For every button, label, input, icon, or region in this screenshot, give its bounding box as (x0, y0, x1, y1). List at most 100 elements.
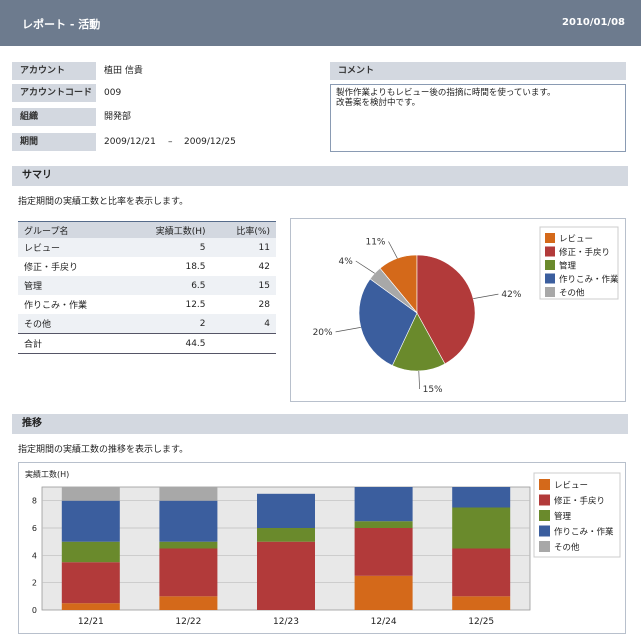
table-row: レビュー 5 11 (18, 238, 276, 257)
pie-data-label: 42% (501, 290, 521, 300)
cell-group: レビュー (18, 238, 125, 257)
bar-segment (257, 493, 315, 528)
legend-swatch (545, 246, 555, 257)
legend-swatch (539, 510, 550, 521)
account-code-value: 009 (104, 88, 122, 98)
x-tick-label: 12/21 (78, 617, 104, 627)
table-row: 管理 6.5 15 (18, 276, 276, 295)
bar-segment (61, 603, 120, 610)
bar-segment (452, 548, 511, 597)
bar-segment (61, 500, 120, 542)
bar-segment (257, 528, 315, 542)
cell-group: その他 (18, 314, 125, 334)
legend-label: 修正・手戻り (554, 496, 605, 507)
total-row: 合計 44.5 (18, 333, 276, 354)
pie-chart: 11% 42% 15% 20% 4% レビュー修正・手戻り管理作りこみ・作業その他 (313, 226, 619, 395)
pie-data-label: 15% (423, 385, 443, 395)
col-header-ratio: 比率(%) (211, 221, 276, 238)
legend-label: レビュー (559, 235, 593, 245)
bar-chart-frame: 実績工数(H) 0 2 4 6 8 12/21 12/22 12/23 12/24 12/25 レビュ… (18, 462, 626, 634)
comment-text: 製作作業よりもレビュー後の指摘に時間を使っています。 改善案を検討中です。 (330, 84, 626, 152)
bar-segment (61, 541, 120, 563)
cell-ratio: 15 (211, 276, 276, 295)
pie-leader-line (388, 241, 398, 259)
summary-description: 指定期間の実績工数と比率を表示します。 (18, 197, 189, 207)
x-tick-label: 12/24 (371, 617, 397, 627)
legend-swatch (539, 494, 550, 506)
legend-label: 作りこみ・作業 (559, 274, 619, 285)
legend-swatch (545, 273, 555, 284)
legend-label: 作りこみ・作業 (554, 527, 614, 538)
y-tick-label: 4 (32, 551, 37, 560)
period-end: 2009/12/25 (184, 137, 236, 147)
pie-leader-line (355, 260, 375, 274)
legend-swatch (539, 479, 550, 490)
col-header-group: グループ名 (18, 221, 125, 238)
y-tick-label: 0 (32, 606, 37, 615)
cell-hours: 18.5 (185, 261, 206, 272)
trend-description: 指定期間の実績工数の推移を表示します。 (18, 445, 189, 455)
account-value: 植田 信貴 (104, 66, 143, 76)
pie-legend: レビュー修正・手戻り管理作りこみ・作業その他 (539, 226, 619, 300)
legend-label: レビュー (554, 481, 588, 491)
bar-segment (452, 487, 511, 508)
cell-hours: 12.5 (185, 299, 206, 310)
bar-segment (354, 487, 413, 522)
account-code-label: アカウントコード (12, 84, 96, 102)
cell-ratio: 28 (258, 299, 270, 310)
cell-ratio: 4 (211, 314, 276, 334)
legend-label: その他 (559, 288, 585, 299)
legend-label: その他 (554, 542, 580, 553)
y-tick-label: 2 (32, 579, 37, 588)
bar-segment (159, 541, 218, 549)
total-label: 合計 (18, 333, 125, 354)
table-row: 作りこみ・作業 12.5 28 (18, 295, 276, 314)
bar-segment (159, 596, 218, 610)
org-label: 組織 (12, 108, 96, 126)
cell-hours: 5 (124, 238, 212, 257)
y-tick-label: 6 (32, 524, 37, 533)
period-label: 期間 (12, 133, 96, 151)
pie-data-label: 20% (313, 328, 333, 338)
legend-label: 修正・手戻り (559, 247, 610, 258)
pie-chart-frame: 11% 42% 15% 20% 4% レビュー 修正・手戻り 管理 作りこみ・作業 その他 (290, 218, 626, 402)
bar-legend: レビュー修正・手戻り管理作りこみ・作業その他 (533, 472, 621, 558)
cell-group: 作りこみ・作業 (24, 301, 88, 311)
x-tick-label: 12/25 (468, 617, 494, 627)
report-header: レポート - 活動 2010/01/08 (0, 0, 641, 46)
cell-group: 修正・手戻り (24, 263, 79, 273)
y-axis-label: 実績工数(H) (25, 469, 69, 479)
bar-segment (354, 521, 413, 528)
bar-segment (354, 575, 413, 610)
legend-swatch (545, 260, 555, 270)
legend-swatch (539, 541, 550, 552)
total-ratio-empty (211, 333, 276, 354)
bar-segment (452, 507, 511, 549)
legend-swatch (545, 233, 555, 243)
comment-label: コメント (330, 62, 626, 80)
y-tick-label: 8 (32, 497, 37, 506)
cell-group: 管理 (18, 276, 125, 295)
pie-data-label: 11% (365, 238, 385, 248)
report-date: 2010/01/08 (562, 17, 625, 28)
trend-section-title: 推移 (12, 414, 628, 434)
bar-segment (257, 541, 315, 610)
legend-label: 管理 (554, 511, 572, 522)
x-tick-label: 12/23 (273, 617, 299, 627)
table-row: その他 2 4 (18, 314, 276, 334)
bar-segment (159, 548, 218, 597)
col-header-hours: 実績工数(H) (124, 221, 212, 238)
summary-section-title: サマリ (12, 166, 628, 186)
x-tick-label: 12/22 (175, 617, 201, 627)
cell-hours: 2 (124, 314, 212, 334)
cell-hours: 6.5 (124, 276, 212, 295)
bar-chart: 実績工数(H) 0 2 4 6 8 12/21 12/22 12/23 12/24 12/25 レビュ… (25, 469, 621, 627)
page-title: レポート - 活動 (22, 18, 101, 31)
legend-swatch (545, 287, 555, 297)
pie-data-label: 4% (339, 257, 354, 267)
account-label: アカウント (12, 62, 96, 80)
period-start: 2009/12/21 (104, 137, 156, 147)
pie-leader-line (473, 293, 499, 299)
bar-segment (354, 528, 413, 576)
bar-segment (159, 487, 218, 501)
